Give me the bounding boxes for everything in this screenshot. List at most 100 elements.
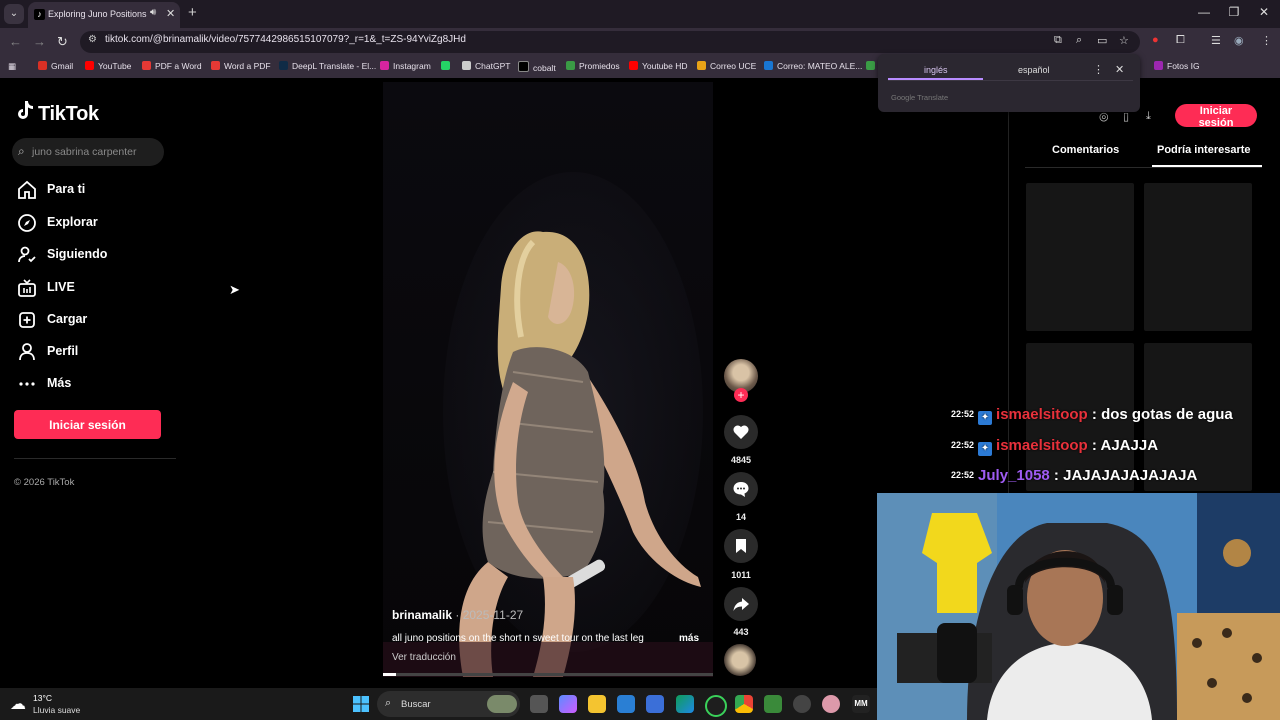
tab-close-icon[interactable]: ✕: [166, 7, 175, 20]
folder-icon: [1154, 61, 1163, 70]
translate-source-language[interactable]: inglés: [924, 65, 948, 75]
promiedos-icon: [566, 61, 575, 70]
video-caption: all juno positions on the short n sweet …: [392, 633, 644, 644]
weather-description[interactable]: Lluvia suave: [33, 705, 80, 715]
reload-icon[interactable]: ↻: [57, 34, 68, 50]
login-button[interactable]: Iniciar sesión: [14, 410, 161, 439]
minecraft-icon[interactable]: [764, 695, 782, 713]
window-close-icon[interactable]: ✕: [1252, 5, 1276, 19]
translate-target-language[interactable]: español: [1018, 65, 1050, 75]
download-icon[interactable]: ⤓: [1146, 110, 1151, 123]
caption-more-link[interactable]: más: [679, 633, 699, 644]
bookmark-word-a-pdf[interactable]: Word a PDF: [211, 61, 271, 71]
mouse-cursor-icon: ➤: [229, 282, 240, 297]
share-button[interactable]: [724, 587, 758, 621]
bookmark-deepl[interactable]: DeepL Translate - El...: [279, 61, 376, 71]
video-progress-bar[interactable]: [383, 673, 713, 676]
bookmark-whatsapp-icon[interactable]: [441, 61, 454, 71]
mail-app-icon[interactable]: [617, 695, 635, 713]
restore-icon[interactable]: ❐: [1222, 5, 1246, 19]
task-view-icon[interactable]: [530, 695, 548, 713]
translate-options-icon[interactable]: ⋮: [1093, 63, 1104, 76]
nav-cargar[interactable]: Cargar: [16, 307, 176, 333]
search-icon: ⌕: [385, 697, 392, 709]
mm-app-icon[interactable]: MM: [852, 695, 870, 713]
bookmark-gmail[interactable]: Gmail: [38, 61, 73, 71]
minimize-icon[interactable]: —: [1192, 5, 1216, 19]
tab-podria-interesarte[interactable]: Podría interesarte: [1157, 144, 1251, 156]
bookmark-youtube[interactable]: YouTube: [85, 61, 131, 71]
search-input[interactable]: ⌕ juno sabrina carpenter: [12, 138, 164, 166]
suggested-video-thumbnail[interactable]: [1026, 183, 1134, 331]
cobalt-icon: [518, 61, 529, 72]
windows-start-icon[interactable]: [352, 695, 370, 713]
nav-siguiendo[interactable]: Siguiendo: [16, 242, 176, 268]
reading-list-icon[interactable]: ☰: [1211, 34, 1221, 47]
profile-avatar-icon[interactable]: ◉: [1234, 34, 1244, 47]
video-username[interactable]: brinamalik · 2025-11-27: [392, 608, 523, 622]
header-login-button[interactable]: Iniciar sesión: [1175, 104, 1257, 129]
user-app-icon[interactable]: [822, 695, 840, 713]
share-arrow-icon: [733, 598, 749, 611]
bookmark-youtube-hd[interactable]: Youtube HD: [629, 61, 688, 71]
install-app-icon[interactable]: ▭: [1097, 34, 1107, 47]
url-text[interactable]: tiktok.com/@brinamalik/video/75774429865…: [105, 34, 466, 45]
bookmark-correo-mateo[interactable]: Correo: MATEO ALE...: [764, 61, 862, 71]
pdf-icon: [211, 61, 220, 70]
see-translation-link[interactable]: Ver traducción: [392, 652, 456, 663]
forward-icon[interactable]: →: [33, 34, 46, 49]
outlook-icon: [764, 61, 773, 70]
bookmark-cobalt[interactable]: cobalt: [518, 61, 556, 73]
back-icon[interactable]: ←: [9, 34, 22, 49]
bookmark-correo-uce[interactable]: Correo UCE: [697, 61, 756, 71]
instagram-icon: [380, 61, 389, 70]
tab-comentarios[interactable]: Comentarios: [1052, 144, 1119, 156]
store-icon[interactable]: [646, 695, 664, 713]
comment-count: 14: [735, 512, 746, 522]
bookmark-chatgpt[interactable]: ChatGPT: [462, 61, 510, 71]
bookmark-promiedos[interactable]: Promiedos: [566, 61, 620, 71]
bookmark-pdf-a-word[interactable]: PDF a Word: [142, 61, 202, 71]
extensions-icon[interactable]: ⧠: [1176, 34, 1185, 47]
webcam-image: [877, 493, 1280, 720]
tab-audio-icon[interactable]: 🔊︎: [150, 7, 156, 18]
copilot-icon[interactable]: [559, 695, 577, 713]
taskbar-search[interactable]: ⌕ Buscar: [377, 691, 520, 717]
site-info-icon[interactable]: ⚙: [88, 34, 97, 45]
edge-icon[interactable]: [676, 695, 694, 713]
translate-page-icon[interactable]: ⧉: [1054, 34, 1062, 47]
nav-live[interactable]: LIVE: [16, 275, 176, 301]
apps-grid-icon[interactable]: ▦: [8, 61, 16, 72]
nav-explorar[interactable]: Explorar: [16, 210, 176, 236]
zoom-icon[interactable]: ⌕: [1076, 34, 1082, 47]
comment-button[interactable]: [724, 472, 758, 506]
browser-tab[interactable]: ♪ Exploring Juno Positions on 🔊︎ ✕: [28, 2, 180, 28]
like-button[interactable]: [724, 415, 758, 449]
tabs-divider: [1025, 167, 1262, 168]
save-button[interactable]: [724, 529, 758, 563]
nav-mas[interactable]: Más: [16, 371, 176, 397]
bookmark-fotos-ig[interactable]: Fotos IG: [1154, 61, 1200, 71]
file-explorer-icon[interactable]: [588, 695, 606, 713]
steam-icon[interactable]: [793, 695, 811, 713]
bookmark-star-icon[interactable]: ☆: [1119, 34, 1129, 47]
suggested-video-thumbnail[interactable]: [1144, 183, 1252, 331]
nav-perfil[interactable]: Perfil: [16, 339, 176, 365]
chrome-icon[interactable]: [735, 695, 753, 713]
translate-close-icon[interactable]: ✕: [1115, 63, 1124, 76]
weather-temperature[interactable]: 13°C: [33, 693, 52, 703]
tiktok-logo[interactable]: TikTok: [16, 100, 99, 126]
tab-search-dropdown-icon[interactable]: ⌄: [4, 4, 24, 24]
follow-plus-icon[interactable]: +: [734, 388, 748, 402]
weather-rain-icon[interactable]: ☁: [10, 694, 26, 714]
chrome-menu-icon[interactable]: ⋮: [1261, 34, 1272, 47]
extension-red-icon[interactable]: ●: [1152, 34, 1159, 46]
new-tab-icon[interactable]: +: [188, 4, 197, 21]
nav-para-ti[interactable]: Para ti: [16, 177, 176, 203]
music-disc-icon[interactable]: [724, 644, 756, 676]
like-count: 4845: [730, 455, 752, 465]
upwork-icon[interactable]: [705, 695, 727, 717]
bookmark-instagram[interactable]: Instagram: [380, 61, 431, 71]
video-player[interactable]: brinamalik · 2025-11-27 all juno positio…: [383, 82, 713, 677]
more-dots-icon: [19, 382, 35, 386]
